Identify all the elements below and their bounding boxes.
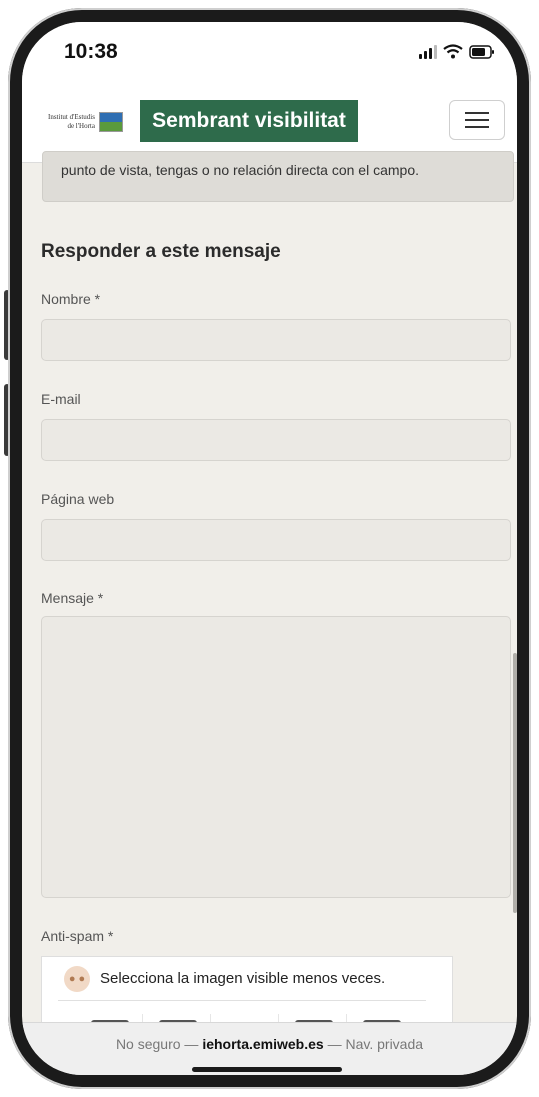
- name-label: Nombre *: [41, 291, 101, 307]
- quoted-message: punto de vista, tengas o no relación dir…: [42, 151, 514, 202]
- main-content: punto de vista, tengas o no relación dir…: [22, 151, 517, 1074]
- antispam-label: Anti-spam *: [41, 928, 114, 944]
- url-private-label: — Nav. privada: [327, 1036, 424, 1052]
- logo-line-2: de l'Horta: [67, 122, 95, 130]
- email-field[interactable]: [41, 419, 511, 461]
- url-text: No seguro — iehorta.emiweb.es — Nav. pri…: [22, 1036, 517, 1052]
- status-time: 10:38: [64, 40, 118, 63]
- site-title[interactable]: Sembrant visibilitat: [140, 100, 358, 142]
- signal-icon: [419, 44, 437, 59]
- cookie-icon: ● ●: [64, 966, 90, 992]
- hamburger-menu-icon[interactable]: [449, 100, 505, 140]
- logo-line-1: Institut d'Estudis: [48, 113, 95, 121]
- phone-screen: 10:38 Institut d'Estudis de l'Horta Semb…: [22, 22, 517, 1075]
- home-indicator[interactable]: [192, 1067, 342, 1072]
- url-domain: iehorta.emiweb.es: [202, 1036, 324, 1052]
- quoted-message-text: punto de vista, tengas o no relación dir…: [61, 162, 419, 178]
- page-scrollbar[interactable]: [513, 653, 517, 913]
- wifi-icon: [443, 44, 463, 59]
- website-field[interactable]: [41, 519, 511, 561]
- captcha-prompt: Selecciona la imagen visible menos veces…: [100, 970, 386, 987]
- status-icons: [419, 44, 495, 59]
- url-security-label: No seguro —: [115, 1036, 199, 1052]
- logo-text: Institut d'Estudis de l'Horta: [48, 113, 95, 131]
- message-textarea[interactable]: [41, 616, 511, 898]
- battery-icon: [469, 44, 494, 59]
- message-label: Mensaje *: [41, 590, 104, 606]
- captcha-divider: [58, 1000, 426, 1001]
- status-bar: 10:38: [22, 22, 517, 84]
- logo-image-icon: [98, 112, 123, 132]
- site-logo[interactable]: Institut d'Estudis de l'Horta: [48, 112, 123, 132]
- reply-heading: Responder a este mensaje: [41, 241, 281, 262]
- email-label: E-mail: [41, 391, 81, 407]
- name-field[interactable]: [41, 319, 511, 361]
- website-label: Página web: [41, 491, 115, 507]
